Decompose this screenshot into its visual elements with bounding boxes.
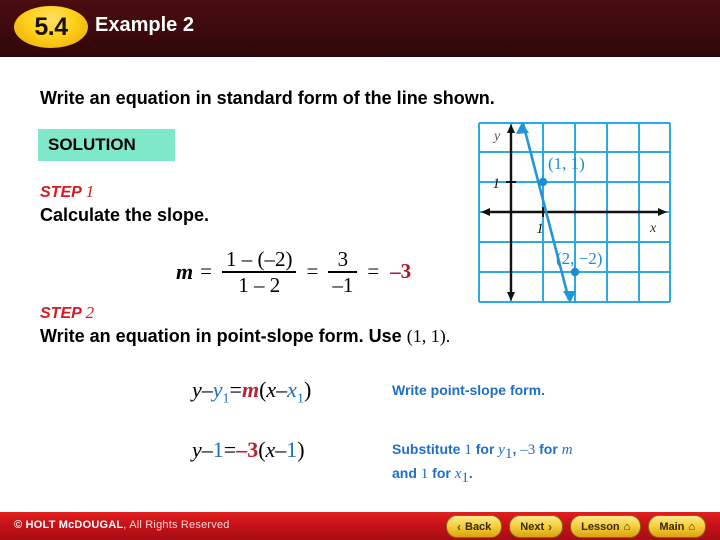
x-axis-label: x [649, 221, 657, 236]
slope-fraction-2-numerator: 3 [337, 247, 349, 271]
slope-result: –3 [390, 259, 412, 284]
eq2-value-1: 1 [212, 437, 224, 462]
slope-fraction-1-numerator: 1 – (–2) [225, 247, 293, 271]
annotation-substitute: Substitute 1 for y1, –3 for m and 1 for … [392, 440, 662, 488]
step-2-label: STEP 2 [40, 303, 94, 323]
y-axis-tick-label: 1 [493, 176, 501, 192]
copyright-mark: © HOLT McDOUGAL [14, 519, 124, 531]
step-2-point: (1, 1). [406, 326, 451, 346]
eq1-close-paren: ) [303, 377, 312, 402]
ann2-comma: , [512, 441, 517, 457]
solution-badge: SOLUTION [38, 129, 175, 161]
chevron-left-icon: ‹ [457, 519, 461, 534]
lesson-number-badge: 5.4 [14, 6, 88, 48]
next-button[interactable]: Next › [509, 515, 564, 538]
eq2-value-2: 1 [286, 437, 298, 462]
lesson-number: 5.4 [34, 12, 68, 41]
ann2-value-2: –3 [520, 442, 536, 458]
y-axis-label: y [492, 129, 501, 144]
ann2-part-1: Substitute [392, 441, 461, 457]
ann2-part-2: for [475, 441, 495, 457]
coordinate-graph: 1 1 y x (1, 1) (2, −2) [478, 122, 671, 303]
ann2-var-3-sub: 1 [461, 469, 469, 486]
ann2-period: . [468, 465, 473, 482]
slope-equals-1: = [200, 259, 212, 284]
eq2-x: x [265, 437, 276, 462]
annotation-write-point-slope: Write point-slope form. [392, 382, 545, 398]
ann2-var-1: y [498, 442, 505, 458]
eq1-x-sub: x [287, 377, 297, 402]
x-axis-tick-label: 1 [536, 221, 544, 237]
step-1-body: Calculate the slope. [40, 205, 210, 225]
slope-equation: m = 1 – (–2) 1 – 2 = 3 –1 = –3 [176, 248, 411, 296]
step-2-number: 2 [85, 303, 95, 322]
step-1-number: 1 [85, 182, 95, 201]
ann2-value-1: 1 [464, 442, 472, 458]
back-button-label: Back [465, 520, 492, 533]
example-title: Example 2 [95, 14, 194, 36]
ann2-part-3: for [539, 441, 558, 457]
slope-fraction-2: 3 –1 [328, 247, 358, 297]
main-button-label: Main [659, 520, 685, 533]
ann2-line2-part-1: and [392, 465, 417, 482]
solution-label: SOLUTION [48, 135, 136, 154]
eq1-y-sub: y [212, 377, 223, 402]
next-button-label: Next [520, 520, 545, 533]
equation-point-slope-substituted: y–1=–3(x–1) [192, 437, 305, 463]
eq2-equals: = [223, 437, 237, 462]
eq2-slope: –3 [236, 437, 259, 462]
step-2-text: Write an equation in point-slope form. U… [40, 326, 402, 346]
slope-equals-3: = [367, 259, 380, 284]
eq1-x: x [266, 377, 277, 402]
step-2-word: STEP [40, 305, 82, 322]
eq1-equals: = [229, 377, 242, 402]
eq2-minus-1: – [201, 437, 213, 462]
step-2-body: Write an equation in point-slope form. U… [40, 326, 450, 347]
home-icon: ⌂ [688, 520, 696, 533]
question-text: Write an equation in standard form of th… [40, 88, 495, 108]
point-label-2-neg2: (2, −2) [556, 249, 602, 268]
eq2-minus-2: – [275, 437, 287, 462]
eq1-x-sub-index: 1 [296, 391, 304, 407]
eq1-y: y [192, 377, 202, 402]
home-icon: ⌂ [623, 520, 631, 533]
slope-variable: m [176, 258, 194, 284]
main-button[interactable]: Main ⌂ [648, 515, 707, 538]
step-1-word: STEP [40, 184, 82, 201]
point-label-1-1: (1, 1) [548, 154, 585, 173]
equation-point-slope-generic: y–y1=m(x–x1) [192, 377, 311, 407]
eq1-minus-1: – [201, 377, 213, 402]
copyright-rights: , All Rights Reserved [123, 519, 230, 531]
point-marker-2-neg2 [570, 267, 580, 277]
header-bar: 5.4 Example 2 [0, 0, 720, 57]
eq1-minus-2: – [276, 377, 288, 402]
slope-equals-2: = [306, 259, 319, 284]
eq1-m: m [241, 377, 260, 402]
step-1-label: STEP 1 [40, 182, 94, 202]
lesson-button[interactable]: Lesson ⌂ [570, 515, 642, 538]
lesson-button-label: Lesson [581, 520, 620, 533]
ann2-line2-part-2: for [432, 465, 451, 482]
back-button[interactable]: ‹ Back [446, 515, 503, 538]
eq1-y-sub-index: 1 [222, 391, 230, 407]
point-marker-1-1 [538, 177, 548, 187]
copyright-text: © HOLT McDOUGAL, All Rights Reserved [14, 519, 230, 531]
chevron-right-icon: › [548, 519, 553, 534]
eq2-close-paren: ) [297, 437, 305, 462]
ann2-value-3: 1 [420, 466, 429, 483]
ann2-var-2: m [561, 442, 573, 458]
slope-fraction-1-denominator: 1 – 2 [238, 272, 281, 297]
navigation-buttons: ‹ Back Next › Lesson ⌂ Main ⌂ [446, 515, 707, 538]
slope-fraction-2-denominator: –1 [332, 272, 354, 297]
eq2-open-paren: ( [258, 437, 266, 462]
eq2-y: y [192, 437, 202, 462]
slope-fraction-1: 1 – (–2) 1 – 2 [221, 247, 297, 297]
